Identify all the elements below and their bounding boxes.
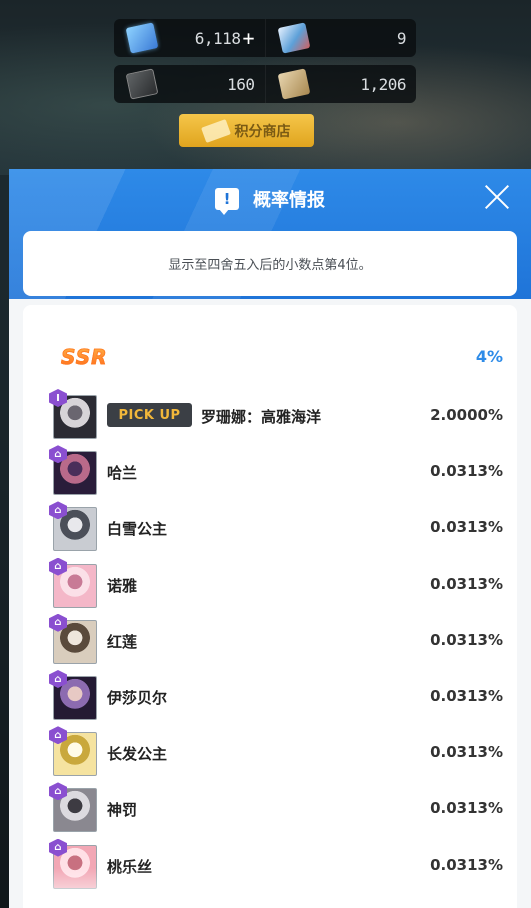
character-rate: 0.0313% bbox=[430, 462, 503, 481]
currency-voucher[interactable]: 1,206 bbox=[264, 65, 417, 103]
points-shop-label: 积分商店 bbox=[234, 123, 291, 140]
info-icon: ! bbox=[215, 188, 239, 215]
currency-crystal[interactable]: 6,118 + bbox=[114, 19, 265, 57]
panel-title-wrap: ! 概率情报 bbox=[9, 185, 531, 215]
avatar-wrap: ⌂ bbox=[49, 445, 97, 496]
character-rate: 0.0313% bbox=[430, 518, 503, 537]
rounding-notice-text: 显示至四舍五入后的小数点第4位。 bbox=[168, 258, 372, 273]
points-shop-button[interactable]: 积分商店 bbox=[179, 114, 314, 147]
avatar-wrap: ⌂ bbox=[49, 613, 97, 664]
currency-ticket[interactable]: 9 bbox=[264, 19, 417, 57]
close-button[interactable] bbox=[483, 183, 511, 211]
avatar-wrap: ⌂ bbox=[49, 557, 97, 608]
character-name: 诺雅 bbox=[107, 576, 138, 595]
currency-box[interactable]: 160 bbox=[114, 65, 265, 103]
character-name: 红莲 bbox=[107, 632, 138, 651]
shop-ticket-icon bbox=[200, 118, 231, 143]
voucher-icon bbox=[277, 68, 310, 100]
probability-panel: ! 概率情报 显示至四舍五入后的小数点第4位。 SSR 4% I PICK UP 罗… bbox=[9, 169, 531, 908]
character-name: 神罚 bbox=[107, 801, 138, 820]
character-name: 白雪公主 bbox=[107, 520, 168, 539]
avatar-wrap: ⌂ bbox=[49, 726, 97, 777]
box-count: 160 bbox=[227, 74, 255, 94]
panel-title: 概率情报 bbox=[253, 190, 325, 211]
character-name: 伊莎贝尔 bbox=[107, 689, 168, 707]
add-crystal-button[interactable]: + bbox=[242, 26, 254, 50]
ssr-total-rate: 4% bbox=[475, 347, 503, 366]
character-name: 桃乐丝 bbox=[107, 857, 153, 876]
avatar-wrap: ⌂ bbox=[49, 838, 97, 889]
currency-row-2: 160 1,206 bbox=[114, 65, 416, 103]
character-rate: 0.0313% bbox=[430, 630, 503, 649]
avatar-wrap: ⌂ bbox=[49, 782, 97, 833]
crystal-icon bbox=[125, 22, 159, 54]
rate-list[interactable]: SSR 4% I PICK UP 罗珊娜：高雅海洋 2.0000% ⌂ 哈兰 0.0313%… bbox=[23, 305, 517, 908]
box-icon bbox=[125, 68, 159, 100]
character-rate: 0.0313% bbox=[430, 855, 503, 874]
character-row[interactable]: ⌂ 诺雅 0.0313% bbox=[23, 557, 517, 614]
character-row[interactable]: ⌂ 哈兰 0.0313% bbox=[23, 445, 517, 501]
grade-header: SSR 4% bbox=[23, 305, 517, 395]
panel-header: ! 概率情报 显示至四舍五入后的小数点第4位。 bbox=[9, 169, 531, 299]
character-name: 罗珊娜：高雅海洋 bbox=[201, 408, 322, 426]
character-name: 哈兰 bbox=[107, 464, 138, 483]
character-row[interactable]: I PICK UP 罗珊娜：高雅海洋 2.0000% bbox=[23, 389, 517, 445]
ticket-icon bbox=[277, 22, 310, 54]
character-row[interactable]: ⌂ 白雪公主 0.0313% bbox=[23, 501, 517, 557]
avatar-wrap: I bbox=[49, 389, 97, 439]
avatar-wrap: ⌂ bbox=[49, 670, 97, 720]
voucher-count: 1,206 bbox=[360, 74, 406, 94]
character-rate: 0.0313% bbox=[430, 799, 503, 818]
character-row[interactable]: ⌂ 伊莎贝尔 0.0313% bbox=[23, 670, 517, 726]
character-row[interactable]: ⌂ 神罚 0.0313% bbox=[23, 782, 517, 838]
rounding-notice: 显示至四舍五入后的小数点第4位。 bbox=[23, 231, 517, 296]
character-rate: 2.0000% bbox=[430, 406, 503, 424]
crystal-count: 6,118 bbox=[194, 28, 241, 48]
character-rate: 0.0313% bbox=[430, 743, 503, 762]
avatar-wrap: ⌂ bbox=[49, 501, 97, 552]
character-row[interactable]: ⌂ 长发公主 0.0313% bbox=[23, 726, 517, 782]
character-row[interactable]: ⌂ 红莲 0.0313% bbox=[23, 613, 517, 670]
pickup-badge: PICK UP bbox=[107, 403, 192, 427]
character-row[interactable]: ⌂ 桃乐丝 0.0313% bbox=[23, 838, 517, 895]
character-rate: 0.0313% bbox=[430, 574, 503, 593]
ticket-count: 9 bbox=[396, 28, 407, 48]
ssr-grade-label: SSR bbox=[61, 345, 108, 370]
character-rate: 0.0313% bbox=[430, 687, 503, 705]
character-name: 长发公主 bbox=[107, 745, 168, 764]
currency-row-1: 6,118 + 9 bbox=[114, 19, 416, 57]
